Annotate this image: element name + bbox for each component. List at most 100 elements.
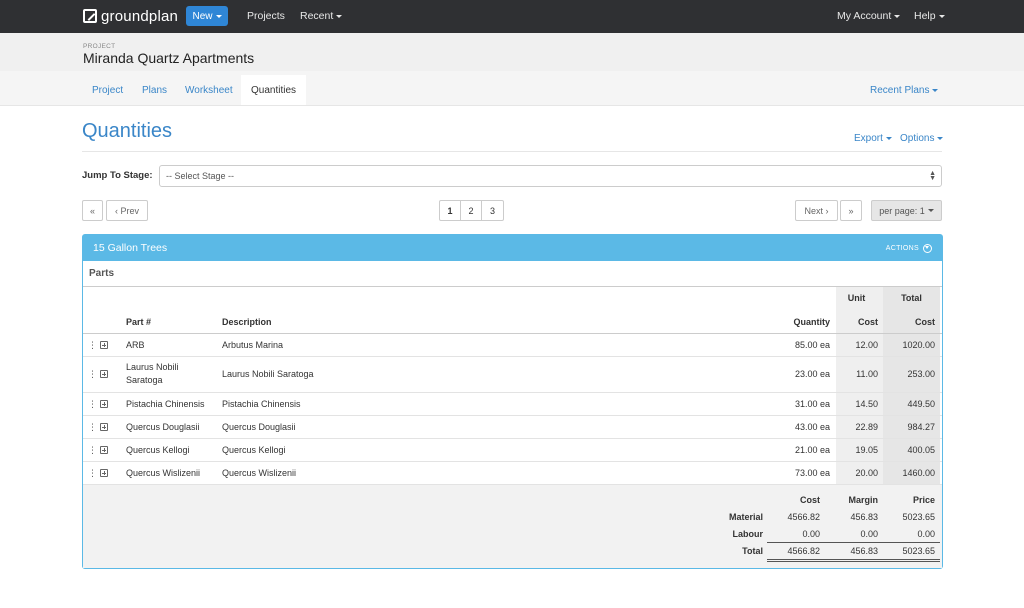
part-unit-cost: 20.00: [855, 468, 878, 478]
part-quantity: 73.00 ea: [794, 468, 830, 478]
next-page-button[interactable]: Next ›: [795, 200, 838, 221]
groundplan-logo[interactable]: groundplan: [83, 7, 178, 25]
project-label: PROJECT: [83, 43, 116, 50]
page-1-button[interactable]: 1: [440, 201, 461, 220]
part-description: Quercus Kellogi: [222, 445, 286, 455]
part-number: Pistachia Chinensis: [126, 399, 205, 409]
expand-icon[interactable]: [100, 423, 108, 431]
export-label: Export: [854, 133, 883, 144]
page-numbers: 1 2 3: [439, 200, 504, 221]
export-dropdown[interactable]: Export: [854, 133, 892, 144]
part-total-cost: 1460.00: [902, 468, 935, 478]
chevron-circle-down-icon: [923, 244, 932, 253]
labour-cost: 0.00: [802, 529, 820, 539]
table-row: ⋮ Pistachia Chinensis Pistachia Chinensi…: [83, 393, 942, 416]
tab-quantities[interactable]: Quantities: [241, 75, 307, 105]
part-unit-cost: 22.89: [855, 422, 878, 432]
part-number-line2: Saratoga: [126, 375, 163, 385]
caret-down-icon: [885, 136, 892, 140]
actions-dropdown[interactable]: ACTIONS: [886, 244, 932, 253]
summary-header-price: Price: [912, 495, 935, 505]
options-dropdown[interactable]: Options: [900, 133, 944, 144]
drag-handle-icon[interactable]: ⋮: [88, 340, 97, 351]
part-total-cost: 1020.00: [902, 340, 935, 350]
table-row: ⋮ ARB Arbutus Marina 85.00 ea 12.00 1020…: [83, 334, 942, 357]
header-unit-bottom: Cost: [858, 317, 878, 327]
nav-recent-dropdown[interactable]: Recent: [300, 10, 343, 22]
drag-handle-icon[interactable]: ⋮: [88, 399, 97, 410]
caret-down-icon: [894, 14, 901, 18]
project-title: Miranda Quartz Apartments: [83, 50, 255, 66]
stage-select[interactable]: -- Select Stage -- ▲ ▼: [159, 165, 942, 187]
part-quantity: 23.00 ea: [794, 369, 830, 379]
part-number: Quercus Wislizenii: [126, 468, 201, 478]
caret-down-icon: [336, 14, 343, 18]
tab-worksheet[interactable]: Worksheet: [185, 75, 233, 105]
caret-down-icon: [927, 209, 934, 212]
page-2-button[interactable]: 2: [461, 201, 482, 220]
new-button[interactable]: New: [186, 6, 228, 26]
logo-icon: [83, 9, 97, 23]
table-row: ⋮ Laurus Nobili Saratoga Laurus Nobili S…: [83, 357, 942, 393]
summary-label-total: Total: [742, 546, 763, 556]
header-quantity: Quantity: [793, 317, 830, 327]
nav-help-dropdown[interactable]: Help: [914, 10, 945, 22]
drag-handle-icon[interactable]: ⋮: [88, 468, 97, 479]
expand-icon[interactable]: [100, 400, 108, 408]
expand-icon[interactable]: [100, 469, 108, 477]
part-description: Quercus Douglasii: [222, 422, 296, 432]
part-description: Arbutus Marina: [222, 340, 284, 350]
jump-to-stage-label: Jump To Stage:: [82, 170, 153, 181]
material-cost: 4566.82: [787, 512, 820, 522]
stage-panel: 15 Gallon Trees ACTIONS Parts Part # Des…: [82, 234, 943, 569]
header-part: Part #: [126, 317, 152, 327]
part-quantity: 43.00 ea: [794, 422, 830, 432]
actions-label: ACTIONS: [885, 245, 919, 252]
last-page-button[interactable]: »: [840, 200, 862, 221]
nav-account-label: My Account: [837, 10, 892, 22]
drag-handle-icon[interactable]: ⋮: [88, 445, 97, 456]
drag-handle-icon[interactable]: ⋮: [88, 422, 97, 433]
tab-plans[interactable]: Plans: [142, 75, 167, 105]
nav-recent-label: Recent: [300, 10, 334, 22]
part-quantity: 31.00 ea: [794, 399, 830, 409]
drag-handle-icon[interactable]: ⋮: [88, 369, 97, 380]
part-number: ARB: [126, 340, 145, 350]
recent-plans-label: Recent Plans: [870, 84, 930, 96]
material-price: 5023.65: [902, 512, 935, 522]
part-description: Pistachia Chinensis: [222, 399, 301, 409]
stage-panel-header: 15 Gallon Trees ACTIONS: [83, 235, 942, 261]
part-quantity: 85.00 ea: [794, 340, 830, 350]
part-total-cost: 253.00: [907, 369, 935, 379]
page-title: Quantities: [82, 120, 173, 142]
expand-icon[interactable]: [100, 446, 108, 454]
header-description: Description: [222, 317, 272, 327]
new-button-label: New: [192, 10, 213, 22]
prev-page-button[interactable]: ‹ Prev: [106, 200, 148, 221]
first-page-button[interactable]: «: [82, 200, 103, 221]
part-unit-cost: 11.00: [856, 369, 878, 379]
caret-down-icon: [938, 14, 945, 18]
part-number: Laurus Nobili: [126, 362, 179, 372]
expand-icon[interactable]: [100, 370, 108, 378]
part-description: Laurus Nobili Saratoga: [222, 369, 314, 379]
material-margin: 456.83: [850, 512, 878, 522]
recent-plans-dropdown[interactable]: Recent Plans: [870, 75, 939, 105]
page-3-button[interactable]: 3: [482, 201, 503, 220]
tab-project[interactable]: Project: [92, 75, 123, 105]
header-total-bottom: Cost: [915, 317, 935, 327]
summary-total-rule: [767, 542, 940, 543]
part-unit-cost: 14.50: [855, 399, 878, 409]
nav-account-dropdown[interactable]: My Account: [837, 10, 901, 22]
total-margin: 456.83: [850, 546, 878, 556]
caret-down-icon: [937, 136, 944, 140]
summary-double-rule-2: [767, 561, 940, 562]
part-unit-cost: 12.00: [855, 340, 878, 350]
part-total-cost: 400.05: [907, 445, 935, 455]
nav-projects-link[interactable]: Projects: [247, 10, 285, 22]
expand-icon[interactable]: [100, 341, 108, 349]
per-page-dropdown[interactable]: per page: 1: [871, 200, 942, 221]
stage-title: 15 Gallon Trees: [93, 242, 168, 254]
table-row: ⋮ Quercus Kellogi Quercus Kellogi 21.00 …: [83, 439, 942, 462]
table-row: ⋮ Quercus Wislizenii Quercus Wislizenii …: [83, 462, 942, 485]
